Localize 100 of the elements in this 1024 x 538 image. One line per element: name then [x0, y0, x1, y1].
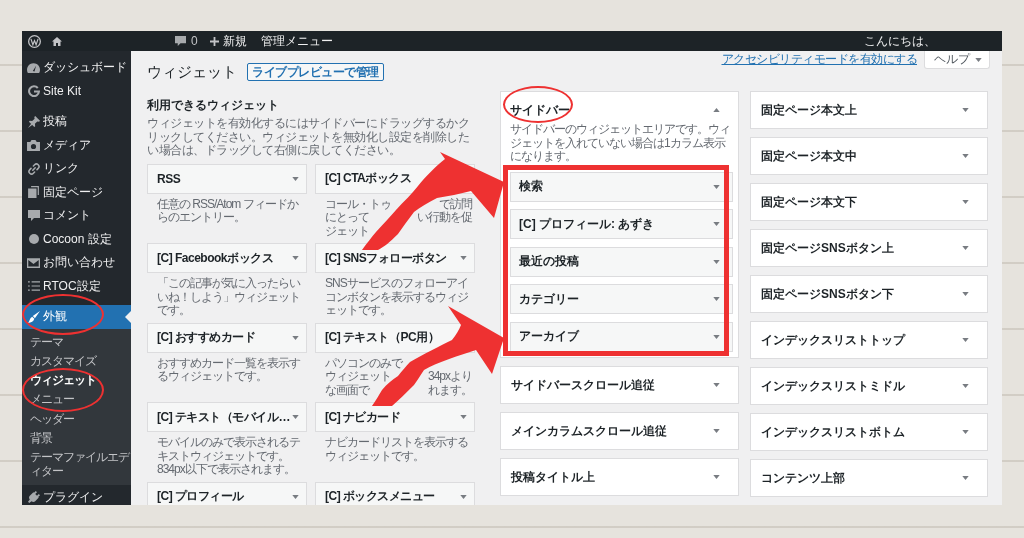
camera-icon: [27, 139, 40, 151]
mail-icon: [27, 257, 40, 268]
plus-icon: [209, 36, 219, 46]
menu-item[interactable]: Site Kit: [22, 79, 131, 103]
menu-item[interactable]: リンク: [22, 157, 131, 181]
admin-menu-link[interactable]: 管理メニュー: [260, 34, 333, 48]
widget-area-panel[interactable]: コンテンツ上部: [750, 459, 988, 497]
menu-item[interactable]: RTOC設定: [22, 274, 131, 298]
widget-area-title: 固定ページSNSボタン下: [761, 287, 894, 301]
menu-item[interactable]: ダッシュボード: [22, 56, 131, 80]
widget-area-title: 固定ページSNSボタン上: [761, 241, 894, 255]
widget-item[interactable]: カテゴリー: [510, 284, 733, 314]
widget-description: い行動を促: [417, 211, 472, 225]
comments-link[interactable]: 0: [175, 34, 198, 48]
menu-item[interactable]: お問い合わせ: [22, 251, 131, 275]
widget-description: で訪問: [439, 197, 472, 211]
widget-description: ナビカードリストを表示するウィジェットです。: [324, 434, 469, 465]
link-icon: [27, 162, 40, 175]
caret-down-icon: [975, 57, 982, 62]
widget-area-panel[interactable]: 投稿タイトル上: [500, 457, 739, 496]
widget-item[interactable]: 検索: [510, 171, 733, 202]
page-title: ウィジェット: [147, 62, 237, 82]
widget-area-panel[interactable]: インデックスリストボトム: [750, 413, 988, 451]
widget-area-title: サイドバースクロール追従: [511, 377, 655, 392]
widget-description: 「この記事が気に入ったらいいね！しよう」ウィジェットです。: [156, 275, 302, 319]
widget-area-panel[interactable]: 固定ページSNSボタン下: [750, 275, 988, 313]
widget-item[interactable]: [C] おすすめカード: [147, 322, 307, 353]
menu-item[interactable]: コメント: [22, 204, 131, 228]
submenu-item[interactable]: カスタマイズ: [22, 351, 131, 371]
menu-item[interactable]: Cocoon 設定: [22, 227, 131, 251]
widget-area-panel[interactable]: メインカラムスクロール追従: [500, 411, 739, 450]
logo-icon: [27, 85, 40, 98]
widget-item[interactable]: [C] プロフィール: あずき: [510, 209, 733, 239]
widget-area-panel[interactable]: 固定ページ本文下: [750, 183, 988, 221]
widget-area-title: サイドバー: [510, 103, 570, 117]
accessibility-link[interactable]: アクセシビリティモードを有効にする: [721, 52, 917, 66]
plug-icon: [27, 491, 40, 504]
submenu-item[interactable]: メニュー: [22, 390, 131, 410]
widget-area-panel[interactable]: 固定ページ本文上: [750, 91, 988, 129]
widget-area-title: メインカラムスクロール追従: [511, 423, 667, 438]
menu-item[interactable]: 固定ページ: [22, 180, 131, 204]
comment-icon: [27, 210, 40, 222]
circle-icon: [28, 234, 39, 245]
widget-area-panel[interactable]: 固定ページ本文中: [750, 137, 988, 175]
widget-area-panel[interactable]: サイドバースクロール追従: [500, 365, 739, 404]
menu-item[interactable]: 外観: [22, 305, 131, 329]
section-description: ウィジェットを有効化するにはサイドバーにドラッグするかクリックしてください。ウィジェットを無効化し設定を削除したい場合は、ドラッグして右側に戻してください。: [147, 117, 470, 158]
widget-description: モバイルのみで表示されるテキストウィジェットです。834px以下で表示されます。: [156, 434, 301, 478]
widget-description: パソコンのみで: [325, 356, 402, 370]
brush-icon: [27, 310, 40, 323]
widget-description: な画面で: [325, 383, 369, 397]
widget-area-panel[interactable]: サイドバー サイドバーのウィジェットエリアです。ウィジェットを入れていない場合は1カラム表示になります。 検索 [C] プロフィール: あずき 最近の投稿 カテゴリー アーカイブ: [500, 91, 739, 358]
widget-item[interactable]: [C] ナビカード: [315, 402, 475, 432]
widget-description: ウィジェット: [325, 370, 391, 384]
widget-item[interactable]: [C] ボックスメニュー: [315, 481, 475, 505]
submenu-item[interactable]: ヘッダー: [22, 409, 131, 429]
account-link[interactable]: こんにちは、: [864, 34, 936, 48]
widget-area-title: 投稿タイトル上: [511, 469, 595, 484]
widget-area-title: 固定ページ本文中: [761, 149, 857, 163]
widget-area-title: インデックスリストミドル: [761, 379, 905, 393]
caret-down-icon: [713, 297, 720, 301]
widget-item[interactable]: RSS: [147, 163, 307, 194]
submenu-item[interactable]: 背景: [22, 428, 131, 448]
section-title: 利用できるウィジェット: [147, 97, 280, 113]
widget-description: にとって: [325, 211, 369, 225]
menu-item[interactable]: プラグイン: [22, 485, 131, 505]
widget-area-title: 固定ページ本文下: [761, 195, 857, 209]
widget-area-description: サイドバーのウィジェットエリアです。ウィジェットを入れていない場合は1カラム表示になります。: [510, 123, 730, 164]
submenu-item[interactable]: テーマ: [22, 332, 131, 352]
widget-item[interactable]: [C] SNSフォローボタン: [315, 243, 475, 273]
help-tab[interactable]: ヘルプ: [924, 51, 990, 69]
widget-area-panel[interactable]: 固定ページSNSボタン上: [750, 229, 988, 267]
widget-area-panel[interactable]: インデックスリストトップ: [750, 321, 988, 359]
widget-description: おすすめカード一覧を表示するウィジェットです。: [156, 354, 301, 385]
widget-description: 任意の RSS/Atom フィードからのエントリー。: [156, 195, 300, 226]
widget-item[interactable]: [C] プロフィール: [147, 481, 307, 505]
widget-item[interactable]: 最近の投稿: [510, 246, 733, 277]
widget-description: 34pxより: [427, 370, 472, 384]
widget-item[interactable]: [C] Facebookボックス: [147, 243, 307, 273]
caret-icon: [125, 310, 131, 323]
comment-icon: [175, 36, 186, 46]
widget-description: SNSサービスのフォローアイコンボタンを表示するウィジェットです。: [324, 275, 469, 319]
widget-description: れます。: [428, 383, 472, 397]
new-link[interactable]: 新規: [209, 34, 247, 48]
list-icon: [27, 281, 40, 292]
widget-area-panel[interactable]: インデックスリストミドル: [750, 367, 988, 405]
widget-area-title: コンテンツ上部: [761, 471, 845, 485]
submenu-item[interactable]: ウィジェット: [22, 370, 131, 391]
widget-item[interactable]: アーカイブ: [510, 321, 733, 352]
live-preview-button[interactable]: ライブプレビューで管理: [247, 63, 384, 81]
pin-icon: [27, 115, 40, 128]
home-icon[interactable]: [52, 36, 62, 46]
menu-item[interactable]: 投稿: [22, 110, 131, 134]
caret-down-icon: [713, 259, 720, 264]
widget-area-title: インデックスリストトップ: [761, 333, 905, 347]
submenu-item[interactable]: テーマファイルエディター: [22, 447, 131, 482]
logo-icon[interactable]: [28, 34, 41, 48]
menu-item[interactable]: メディア: [22, 133, 131, 157]
widget-item[interactable]: [C] テキスト（モバイル…: [147, 402, 307, 432]
widget-area-title: 固定ページ本文上: [761, 103, 857, 117]
